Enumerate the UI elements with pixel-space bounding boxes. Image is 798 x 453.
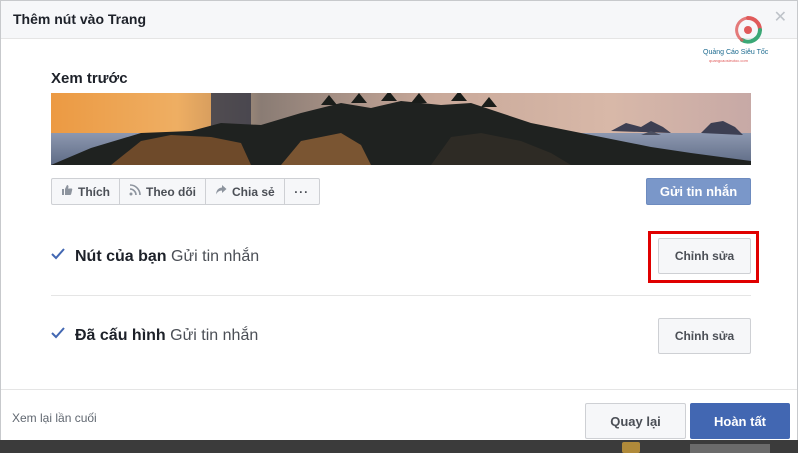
configured-title: Đã cấu hình [75,327,166,344]
checkmark-icon [51,326,65,343]
logo-swirl-icon [735,16,762,44]
like-button[interactable]: Thích [52,179,120,204]
highlight-box [648,231,759,283]
background-page [0,440,798,453]
page-action-bar: Thích Theo dõi Chia sẻ ··· [51,178,320,205]
your-button-row: Nút của bạn Gửi tin nhắn Chỉnh sửa [51,237,751,277]
configured-row: Đã cấu hình Gửi tin nhắn Chỉnh sửa [51,316,751,356]
dialog-header: Thêm nút vào Trang ✕ [1,1,797,39]
dialog-footer: Xem lại lần cuối Quay lại Hoàn tất [1,389,797,440]
configured-value: Gửi tin nhắn [170,327,259,344]
thumbs-up-icon [61,184,73,199]
done-button[interactable]: Hoàn tất [690,403,790,439]
more-icon: ··· [294,184,310,199]
send-message-preview-button[interactable]: Gửi tin nhắn [646,178,751,205]
checkmark-icon [51,247,65,264]
your-button-value: Gửi tin nhắn [171,248,260,265]
follow-button[interactable]: Theo dõi [120,179,206,204]
your-button-title: Nút của bạn [75,248,167,265]
logo-name: Quảng Cáo Siêu Tốc [703,49,769,56]
preview-heading: Xem trước [51,70,128,87]
more-button[interactable]: ··· [285,179,319,204]
share-label: Chia sẻ [232,184,275,199]
your-button-text: Nút của bạn Gửi tin nhắn [75,248,259,266]
cover-photo [51,93,751,165]
edit-configured-button[interactable]: Chỉnh sửa [658,318,751,354]
configured-text: Đã cấu hình Gửi tin nhắn [75,327,258,345]
share-button[interactable]: Chia sẻ [206,179,285,204]
rss-icon [129,184,141,199]
final-review-link[interactable]: Xem lại lần cuối [12,411,97,425]
background-text [690,444,770,453]
row-divider [51,295,751,296]
background-thumbnail [622,442,640,453]
like-label: Thích [78,184,110,199]
follow-label: Theo dõi [146,184,196,199]
back-button[interactable]: Quay lại [585,403,686,439]
watermark-logo: Quảng Cáo Siêu Tốc quangcaosieutoc.com [701,15,781,65]
add-button-dialog: Thêm nút vào Trang ✕ Quảng Cáo Siêu Tốc … [0,0,798,440]
share-arrow-icon [215,184,227,199]
dialog-title: Thêm nút vào Trang [13,11,147,27]
logo-tagline: quangcaosieutoc.com [709,58,748,63]
